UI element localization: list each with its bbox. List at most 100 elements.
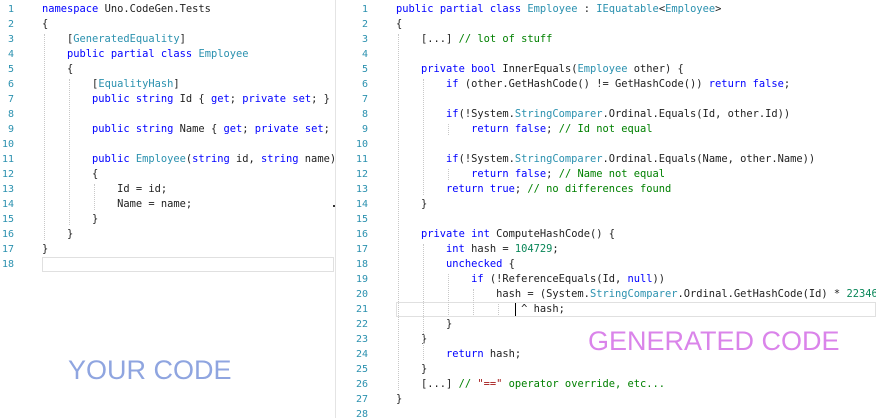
line-number: 23	[355, 334, 368, 345]
code-token: Name = name;	[42, 198, 193, 210]
generated-code-label: GENERATED CODE	[588, 326, 840, 356]
code-line[interactable]: 6 if (other.GetHashCode() != GetHashCode…	[336, 77, 876, 92]
line-number: 3	[361, 34, 368, 45]
code-line[interactable]: 3 [...] // lot of stuff	[336, 32, 876, 47]
code-token: return	[471, 123, 509, 135]
code-token: class	[160, 48, 193, 60]
code-token: (!System.	[458, 153, 515, 165]
line-number: 18	[355, 259, 368, 270]
code-line[interactable]: 14 }	[336, 197, 876, 212]
code-line[interactable]: 8 if(!System.StringComparer.Ordinal.Equa…	[336, 107, 876, 122]
code-line[interactable]: 9 return false; // Id not equal	[336, 122, 876, 137]
code-token: StringComparer	[589, 288, 678, 300]
code-text: return true; // no differences found	[396, 182, 671, 197]
indent-guide	[423, 79, 424, 195]
code-token: // Name not equal	[558, 168, 666, 180]
code-line[interactable]: 18 unchecked {	[336, 257, 876, 272]
code-line[interactable]: 16 private int ComputeHashCode() {	[336, 227, 876, 242]
code-line[interactable]: 11 public Employee(string id, string nam…	[0, 152, 336, 167]
line-number: 6	[7, 79, 14, 90]
code-line[interactable]: 8	[0, 107, 336, 122]
code-token: return	[708, 78, 747, 90]
code-line[interactable]: 12 return false; // Name not equal	[336, 167, 876, 182]
code-text: }	[396, 362, 427, 377]
code-line[interactable]: 1 namespace Uno.CodeGen.Tests	[0, 2, 336, 17]
code-token: private	[421, 63, 465, 75]
code-line[interactable]: 25 }	[336, 362, 876, 377]
code-token: }	[42, 213, 99, 225]
line-number: 24	[355, 349, 368, 360]
line-number: 9	[361, 124, 368, 135]
code-text: return false; // Id not equal	[396, 122, 652, 137]
line-number: 1	[361, 4, 368, 15]
code-line[interactable]: 27}	[336, 392, 876, 407]
code-token: EqualityHash	[98, 78, 174, 90]
code-token: [...]	[396, 378, 459, 390]
code-line[interactable]: 14 Name = name;	[0, 197, 336, 212]
code-line[interactable]: 17 int hash = 104729;	[336, 242, 876, 257]
line-number: 4	[361, 49, 368, 60]
indent-guide	[69, 79, 70, 225]
code-token: Uno.CodeGen.Tests	[104, 3, 211, 15]
code-line[interactable]: 13 return true; // no differences found	[336, 182, 876, 197]
line-number: 12	[1, 169, 14, 180]
code-line[interactable]: 5 {	[0, 62, 336, 77]
code-line[interactable]: 21 ^ hash;	[336, 302, 876, 317]
indent-guide	[448, 124, 449, 135]
code-token: }	[396, 318, 453, 330]
code-line[interactable]: 2{	[0, 17, 336, 32]
code-line[interactable]: 4 public partial class Employee	[0, 47, 336, 62]
code-token: if	[446, 108, 459, 120]
code-line[interactable]: 28	[336, 407, 876, 418]
code-token: null	[627, 273, 653, 285]
code-line[interactable]: 6 [EqualityHash]	[0, 77, 336, 92]
code-line[interactable]: 15 }	[0, 212, 336, 227]
code-token: public	[92, 123, 130, 135]
code-line[interactable]: 4	[336, 47, 876, 62]
code-line[interactable]: 2{	[336, 17, 876, 32]
code-text: }	[42, 242, 48, 257]
code-token: // lot of stuff	[458, 33, 553, 45]
code-line[interactable]: 9 public string Name { get; private set;…	[0, 122, 336, 137]
code-line[interactable]: 19 if (!ReferenceEquals(Id, null))	[336, 272, 876, 287]
code-line[interactable]: 7	[336, 92, 876, 107]
line-number: 2	[361, 19, 368, 30]
line-number: 13	[1, 184, 14, 195]
code-token: int	[471, 228, 490, 240]
line-number: 17	[1, 244, 14, 255]
code-line[interactable]: 13 Id = id;	[0, 182, 336, 197]
code-line[interactable]: 1 public partial class Employee : IEquata…	[336, 2, 876, 17]
code-line[interactable]: 18	[0, 257, 336, 272]
code-line[interactable]: 5 private bool InnerEquals(Employee othe…	[336, 62, 876, 77]
line-number: 18	[1, 259, 14, 270]
code-token: return	[446, 348, 484, 360]
code-line[interactable]: 7 public string Id { get; private set; }	[0, 92, 336, 107]
code-line[interactable]: 20 hash = (System.StringComparer.Ordinal…	[336, 287, 876, 302]
code-line[interactable]: 3 [GeneratedEquality]	[0, 32, 336, 47]
code-line[interactable]: 16 }	[0, 227, 336, 242]
code-line[interactable]: 26 [...] // "==" operator override, etc.…	[336, 377, 876, 392]
code-token: partial	[110, 48, 155, 60]
code-token: public	[396, 3, 434, 15]
code-text: if (other.GetHashCode() != GetHashCode()…	[396, 77, 790, 92]
code-line[interactable]: 10	[336, 137, 876, 152]
code-token: .Ordinal.Equals(Name, other.Name))	[602, 153, 816, 165]
line-number: 1	[7, 4, 14, 15]
code-text: unchecked {	[396, 257, 515, 272]
code-token: ]	[173, 78, 180, 90]
code-token: ]	[179, 33, 186, 45]
code-text: public string Name { get; private set; }	[42, 122, 336, 137]
line-number: 15	[1, 214, 14, 225]
code-line[interactable]: 12 {	[0, 167, 336, 182]
code-line[interactable]: 17}	[0, 242, 336, 257]
code-line[interactable]: 10	[0, 137, 336, 152]
code-token: ))	[652, 273, 666, 285]
line-number: 22	[355, 319, 368, 330]
code-line[interactable]: 11 if(!System.StringComparer.Ordinal.Equ…	[336, 152, 876, 167]
code-line[interactable]: 15	[336, 212, 876, 227]
code-text: [...] // lot of stuff	[396, 32, 552, 47]
code-token: }	[396, 198, 428, 210]
